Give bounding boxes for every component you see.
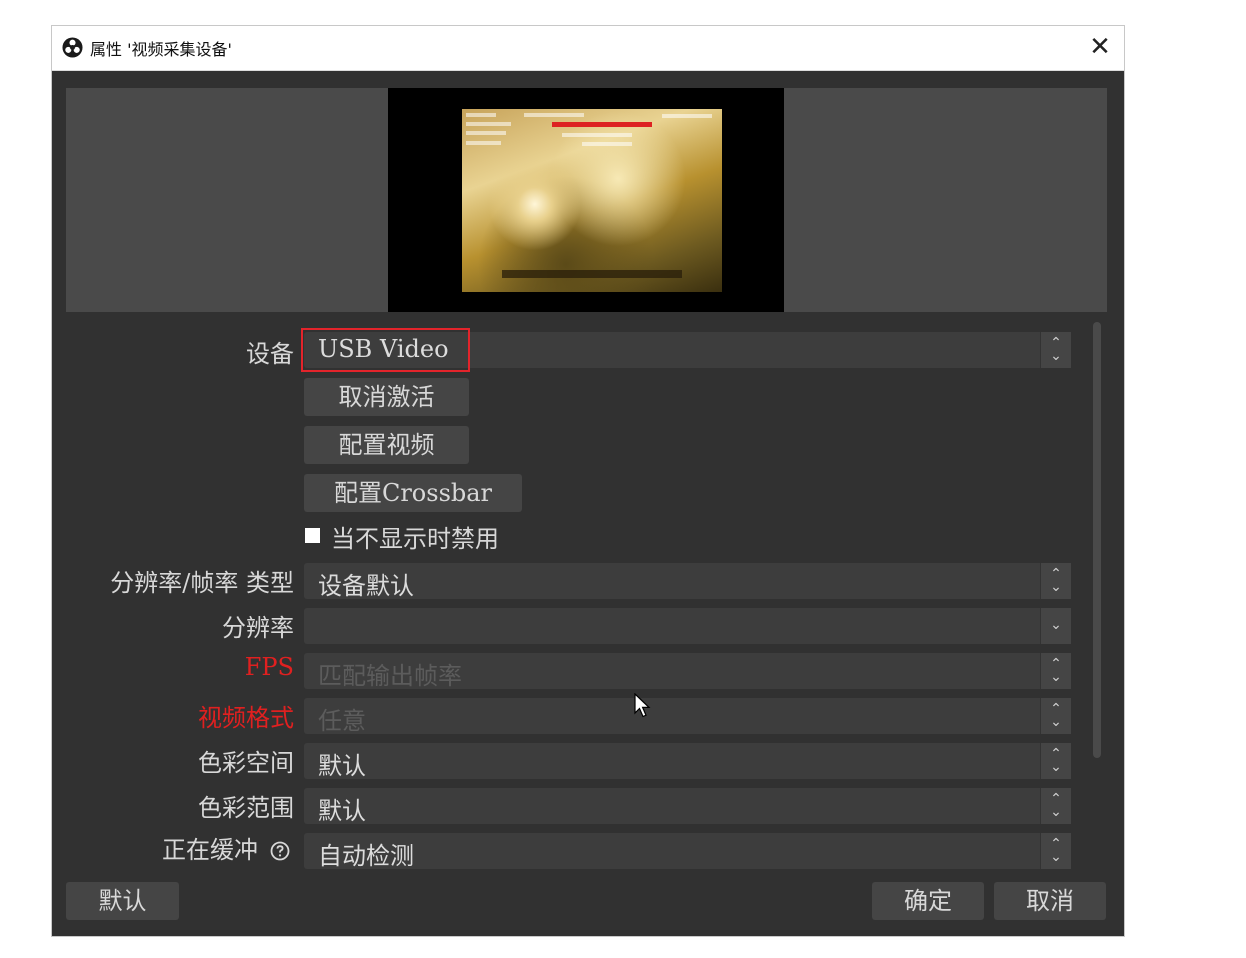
configure-crossbar-button[interactable]: 配置Crossbar xyxy=(304,474,522,512)
fps-value: 匹配输出帧率 xyxy=(318,662,462,690)
window-title: 属性 '视频采集设备' xyxy=(90,40,232,59)
configure-video-button[interactable]: 配置视频 xyxy=(304,426,469,464)
fps-select: 匹配输出帧率 ⌃ ⌄ xyxy=(304,653,1071,690)
video-preview-image xyxy=(462,109,722,292)
resolution-combobox[interactable]: ⌄ xyxy=(304,608,1071,644)
video-format-label: 视频格式 xyxy=(198,704,294,732)
disable-when-hidden-checkbox[interactable] xyxy=(305,528,320,543)
cancel-button[interactable]: 取消 xyxy=(994,882,1106,920)
properties-dialog: 属性 '视频采集设备' ✕ 设备 USB Video ⌃ ⌄ 取消激活 配置视频 … xyxy=(52,26,1124,936)
res-fps-type-value: 设备默认 xyxy=(318,572,414,600)
spinner-arrows-icon: ⌃ ⌄ xyxy=(1040,653,1071,689)
spinner-arrows-icon: ⌃ ⌄ xyxy=(1040,833,1071,869)
mouse-pointer-icon xyxy=(634,693,651,718)
color-space-select[interactable]: 默认 ⌃ ⌄ xyxy=(304,743,1071,780)
video-format-select: 任意 ⌃ ⌄ xyxy=(304,698,1071,735)
device-label: 设备 xyxy=(246,340,294,368)
color-range-label: 色彩范围 xyxy=(198,794,294,822)
preview-letterbox xyxy=(388,88,784,312)
spinner-arrows-icon: ⌃ ⌄ xyxy=(1040,563,1071,599)
ok-button[interactable]: 确定 xyxy=(872,882,984,920)
device-select[interactable]: USB Video ⌃ ⌄ xyxy=(304,332,1071,368)
color-space-label: 色彩空间 xyxy=(198,749,294,777)
res-fps-type-select[interactable]: 设备默认 ⌃ ⌄ xyxy=(304,563,1071,600)
spinner-arrows-icon: ⌃ ⌄ xyxy=(1040,788,1071,824)
close-icon[interactable]: ✕ xyxy=(1084,32,1116,64)
spinner-arrows-icon: ⌃ ⌄ xyxy=(1040,698,1071,734)
defaults-button[interactable]: 默认 xyxy=(66,882,179,920)
color-space-value: 默认 xyxy=(318,752,366,780)
spinner-arrows-icon: ⌃ ⌄ xyxy=(1040,743,1071,779)
title-bar: 属性 '视频采集设备' ✕ xyxy=(52,26,1124,71)
vertical-scrollbar[interactable] xyxy=(1093,322,1101,758)
obs-logo-icon xyxy=(62,37,83,58)
resolution-label: 分辨率 xyxy=(222,614,294,642)
video-format-value: 任意 xyxy=(318,707,366,735)
disable-when-hidden-label: 当不显示时禁用 xyxy=(331,525,499,553)
spinner-arrows-icon: ⌃ ⌄ xyxy=(1040,332,1071,368)
color-range-value: 默认 xyxy=(318,797,366,825)
preview-area xyxy=(66,88,1107,312)
buffering-value: 自动检测 xyxy=(318,842,414,870)
buffering-select[interactable]: 自动检测 ⌃ ⌄ xyxy=(304,833,1071,870)
fps-label: FPS xyxy=(244,653,294,681)
buffering-label: 正在缓冲 xyxy=(162,836,258,864)
chevron-down-icon: ⌄ xyxy=(1040,608,1071,644)
color-range-select[interactable]: 默认 ⌃ ⌄ xyxy=(304,788,1071,825)
deactivate-button[interactable]: 取消激活 xyxy=(304,378,469,416)
device-select-value: USB Video xyxy=(318,335,449,363)
help-circle-icon[interactable] xyxy=(270,841,290,861)
res-fps-type-label: 分辨率/帧率 类型 xyxy=(110,569,294,597)
